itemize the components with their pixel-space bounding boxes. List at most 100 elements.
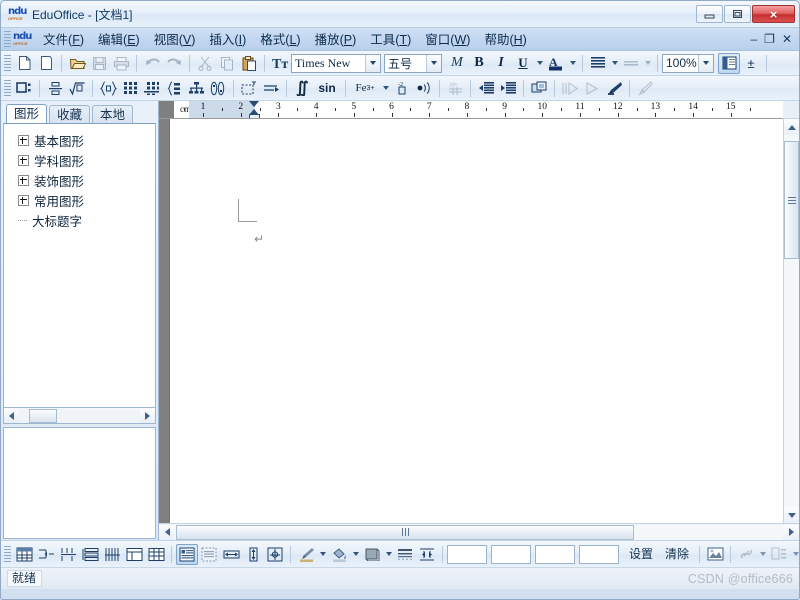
menu-drag-handle[interactable]: [4, 30, 11, 48]
tree-item-subject-shapes[interactable]: 学科图形: [4, 150, 155, 170]
pencil-icon[interactable]: [634, 78, 656, 99]
shaded-box-icon[interactable]: [198, 544, 220, 565]
font-size-combo[interactable]: 五号: [384, 53, 442, 73]
menu-item-window[interactable]: 窗口(W): [418, 27, 477, 51]
horizontal-scroll-thumb[interactable]: [176, 524, 634, 540]
document-page[interactable]: ↵: [169, 119, 783, 523]
picture-icon[interactable]: [704, 544, 726, 565]
sidebar-scroll-thumb[interactable]: [29, 408, 57, 423]
plusminus-button[interactable]: ±: [740, 53, 762, 74]
new-blank-icon[interactable]: [35, 53, 57, 74]
first-line-indent-icon[interactable]: [248, 101, 259, 107]
play-icon[interactable]: [581, 78, 603, 99]
formula-toolbar-handle[interactable]: [4, 79, 11, 97]
dashed-box-icon[interactable]: [238, 78, 260, 99]
limit-icon[interactable]: -2: [391, 78, 413, 99]
distribute-horizontal-icon[interactable]: [220, 544, 242, 565]
table-properties-icon[interactable]: [123, 544, 145, 565]
font-name-dropdown-icon[interactable]: [365, 54, 380, 72]
underline-dropdown-icon[interactable]: [534, 53, 545, 74]
distribute-vertical-icon[interactable]: [242, 544, 264, 565]
scroll-right-arrow-icon[interactable]: [140, 408, 155, 423]
fraction-icon[interactable]: [44, 78, 66, 99]
hscroll-right-arrow-icon[interactable]: [783, 524, 799, 540]
group-icon[interactable]: [768, 544, 790, 565]
integral-icon[interactable]: ∬: [291, 78, 313, 99]
horizontal-scrollbar[interactable]: [159, 523, 799, 540]
expand-plus-icon[interactable]: [18, 134, 29, 146]
tab-local[interactable]: 本地: [92, 105, 134, 124]
table-rows-icon[interactable]: [79, 544, 101, 565]
settings-button[interactable]: 设置: [623, 545, 659, 564]
font-name-combo[interactable]: Times New: [291, 53, 381, 73]
fill-color-dropdown-icon[interactable]: [350, 544, 361, 565]
page-canvas[interactable]: ↵: [159, 119, 783, 523]
paste-icon[interactable]: [238, 53, 260, 74]
sin-function-icon[interactable]: sin: [313, 78, 341, 99]
tab-favorites[interactable]: 收藏: [49, 105, 91, 124]
indent-increase-icon[interactable]: [497, 78, 519, 99]
color-swatch-4[interactable]: [579, 544, 619, 564]
resize-icon[interactable]: [416, 544, 438, 565]
cases-icon[interactable]: [163, 78, 185, 99]
expand-plus-icon[interactable]: [18, 174, 29, 186]
line-spacing-dropdown-icon[interactable]: [642, 53, 653, 74]
split-cells-icon[interactable]: [35, 544, 57, 565]
menu-item-format[interactable]: 格式(L): [253, 27, 307, 51]
page-layout-icon[interactable]: [718, 52, 740, 74]
print-icon[interactable]: [110, 53, 132, 74]
tree-item-decorative-shapes[interactable]: 装饰图形: [4, 170, 155, 190]
minimize-button[interactable]: [696, 5, 723, 23]
matrix-plus-icon[interactable]: [141, 78, 163, 99]
standard-toolbar-handle[interactable]: [4, 54, 11, 72]
template-box-icon[interactable]: [13, 78, 35, 99]
tab-shapes[interactable]: 图形: [6, 104, 48, 124]
zoom-combo[interactable]: 100%: [662, 53, 714, 73]
align-center-icon[interactable]: [264, 544, 286, 565]
link-dropdown-icon[interactable]: [757, 544, 768, 565]
new-document-icon[interactable]: [13, 53, 35, 74]
braces-icon[interactable]: [97, 78, 119, 99]
table-columns-icon[interactable]: [101, 544, 123, 565]
text-box-icon[interactable]: [176, 543, 198, 565]
zoom-dropdown-icon[interactable]: [698, 54, 713, 72]
tree-diagram-icon[interactable]: [185, 78, 207, 99]
vertical-scroll-track[interactable]: [784, 135, 799, 507]
underline-button[interactable]: U: [512, 53, 534, 74]
save-icon[interactable]: [88, 53, 110, 74]
shapes-tree[interactable]: 基本图形 学科图形 装饰图形 常用图形 大标题字: [3, 123, 156, 408]
matrix-icon[interactable]: [119, 78, 141, 99]
mdi-restore-button[interactable]: ❐: [764, 33, 775, 45]
bold-button[interactable]: B: [468, 53, 490, 74]
align-justify-icon[interactable]: [587, 53, 609, 74]
color-swatch-3[interactable]: [535, 544, 575, 564]
fill-color-icon[interactable]: [328, 544, 350, 565]
radical-icon[interactable]: [66, 78, 88, 99]
subsuperscript-dropdown-icon[interactable]: [380, 78, 391, 99]
horizontal-ruler[interactable]: cm 1 2 3 4 5 6 7 8 9 10 11 12 13 14 15: [174, 101, 783, 119]
maximize-button[interactable]: [724, 5, 751, 23]
indent-marker[interactable]: [248, 101, 260, 118]
redo-icon[interactable]: [163, 53, 185, 74]
align-dropdown-icon[interactable]: [609, 53, 620, 74]
copy-icon[interactable]: [216, 53, 238, 74]
scroll-down-arrow-icon[interactable]: [784, 507, 799, 523]
mdi-minimize-button[interactable]: –: [750, 33, 757, 45]
sidebar-scroll-track[interactable]: [19, 408, 140, 423]
sidebar-horizontal-scrollbar[interactable]: [3, 408, 156, 424]
audio-icon[interactable]: [413, 78, 435, 99]
clear-button[interactable]: 清除: [659, 545, 695, 564]
tree-item-common-shapes[interactable]: 常用图形: [4, 190, 155, 210]
expand-plus-icon[interactable]: [18, 154, 29, 166]
open-folder-icon[interactable]: [66, 53, 88, 74]
object-stack-icon[interactable]: [528, 78, 550, 99]
font-color-dropdown-icon[interactable]: [567, 53, 578, 74]
expand-plus-icon[interactable]: [18, 194, 29, 206]
math-italic-icon[interactable]: M: [446, 53, 468, 74]
insert-table-icon[interactable]: [13, 544, 35, 565]
hscroll-left-arrow-icon[interactable]: [159, 524, 175, 540]
italic-button[interactable]: I: [490, 53, 512, 74]
scroll-left-arrow-icon[interactable]: [4, 408, 19, 423]
arrow-over-icon[interactable]: [260, 78, 282, 99]
menu-item-insert[interactable]: 插入(I): [202, 27, 253, 51]
